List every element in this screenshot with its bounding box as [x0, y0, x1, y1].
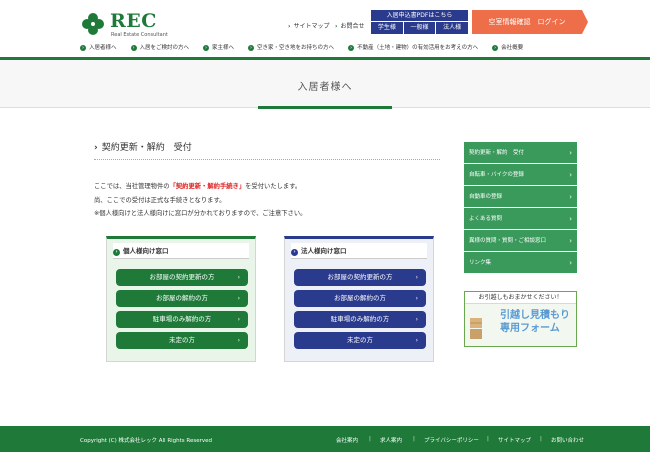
footer-link-company[interactable]: 会社案内	[336, 436, 358, 444]
sidebar-item-car[interactable]: 自動車の登録 ›	[464, 186, 577, 208]
footer-separator: |	[487, 436, 489, 442]
nav-vacant-property[interactable]: › 空き家・空き地をお持ちの方へ	[248, 42, 334, 54]
pdf-general-button[interactable]: 一般様	[403, 22, 436, 34]
personal-window-box: › 個人様向け窓口 お部屋の契約更新の方 › お部屋の解約の方 › 駐車場のみ解約の方…	[106, 236, 256, 362]
footer-link-sitemap[interactable]: サイトマップ	[498, 436, 531, 444]
corporate-window-box: › 法人様向け窓口 お部屋の契約更新の方 › お部屋の解約の方 › 駐車場のみ解約の方…	[284, 236, 434, 362]
chevron-right-icon: ›	[94, 143, 98, 153]
personal-window-title: › 個人様向け窓口	[113, 243, 249, 259]
chevron-right-icon: ›	[237, 316, 240, 323]
personal-undecided-button[interactable]: 未定の方 ›	[116, 332, 248, 349]
corporate-undecided-button[interactable]: 未定の方 ›	[294, 332, 426, 349]
chevron-right-icon: ›	[80, 45, 86, 51]
chevron-right-icon: ›	[248, 45, 255, 51]
chevron-right-icon: ›	[203, 45, 210, 51]
sidebar-item-faq[interactable]: よくある質問 ›	[464, 208, 577, 230]
sidebar-item-consultation[interactable]: 異様の質問・質問・ご相談窓口 ›	[464, 230, 577, 252]
sidebar-item-links[interactable]: リンク集 ›	[464, 252, 577, 274]
moving-box-icon	[470, 318, 482, 339]
site-logo[interactable]: REC Real Estate Consultant	[80, 9, 180, 39]
personal-parking-cancel-button[interactable]: 駐車場のみ解約の方 ›	[116, 311, 248, 328]
logo-wordmark: REC	[110, 10, 157, 32]
pdf-corporate-button[interactable]: 法人様	[436, 22, 469, 34]
footer-link-privacy[interactable]: プライバシーポリシー	[424, 436, 479, 444]
footer-separator: |	[369, 436, 371, 442]
banner-text: 引越し見積もり 専用フォーム	[500, 310, 570, 334]
chevron-right-icon: ›	[415, 337, 418, 344]
footer-separator: |	[413, 436, 415, 442]
chevron-right-icon: ›	[291, 249, 298, 256]
chevron-right-icon: ›	[492, 45, 499, 51]
corporate-cancel-button[interactable]: お部屋の解約の方 ›	[294, 290, 426, 307]
sidebar-item-renewal[interactable]: 契約更新・解約 受付 ›	[464, 142, 577, 164]
chevron-right-icon: ›	[237, 274, 240, 281]
personal-cancel-button[interactable]: お部屋の解約の方 ›	[116, 290, 248, 307]
footer-link-recruit[interactable]: 求人案内	[380, 436, 402, 444]
corporate-parking-cancel-button[interactable]: 駐車場のみ解約の方 ›	[294, 311, 426, 328]
footer-link-contact[interactable]: お問い合わせ	[551, 436, 584, 444]
chevron-right-icon: ›	[335, 23, 338, 30]
chevron-right-icon: ›	[237, 337, 240, 344]
page-hero: 入居者様へ	[0, 60, 650, 108]
nav-company[interactable]: › 会社概要	[492, 42, 523, 54]
chevron-right-icon: ›	[569, 171, 572, 179]
pdf-student-button[interactable]: 学生様	[371, 22, 403, 34]
intro-line-1: ここでは、当社管理物件の「契約更新・解約手続き」を受付いたします。	[94, 183, 302, 190]
chevron-right-icon: ›	[569, 259, 572, 267]
chevron-right-icon: ›	[288, 23, 291, 30]
corporate-window-title: › 法人様向け窓口	[291, 243, 427, 259]
nav-prospective[interactable]: › 入居をご検討の方へ	[130, 42, 189, 54]
sitemap-link[interactable]: › サイトマップ	[288, 21, 330, 30]
nav-landlords[interactable]: › 家主様へ	[203, 42, 234, 54]
nav-real-estate-use[interactable]: › 不動産（土地・建物）の有効活用をお考えの方へ	[348, 42, 478, 54]
clover-logo-icon	[82, 13, 104, 35]
nav-tenants[interactable]: › 入居者様へ	[80, 42, 117, 54]
chevron-right-icon: ›	[415, 316, 418, 323]
banner-heading: お引越しもおまかせください！	[465, 292, 576, 304]
application-pdf-box: 入居申込書PDFはこちら 学生様 一般様 法人様	[371, 10, 469, 34]
chevron-right-icon: ›	[569, 149, 572, 157]
pdf-title: 入居申込書PDFはこちら	[371, 10, 468, 21]
corporate-renewal-button[interactable]: お部屋の契約更新の方 ›	[294, 269, 426, 286]
page-title: 入居者様へ	[297, 82, 353, 93]
sidebar-item-bicycle[interactable]: 自転車・バイクの登録 ›	[464, 164, 577, 186]
site-footer: Copyright (C) 株式会社レック All Rights Reserve…	[0, 426, 650, 452]
intro-line-3: ※個人様向けと法人様向けに窓口が分かれておりますので、ご注意下さい。	[94, 210, 307, 217]
chevron-right-icon: ›	[237, 295, 240, 302]
copyright: Copyright (C) 株式会社レック All Rights Reserve…	[80, 438, 213, 444]
section-title: › 契約更新・解約 受付	[94, 140, 440, 160]
chevron-right-icon: ›	[348, 45, 355, 51]
sidebar-menu: 契約更新・解約 受付 › 自転車・バイクの登録 › 自動車の登録 › よくある質問 › …	[464, 142, 577, 274]
chevron-right-icon: ›	[415, 274, 418, 281]
chevron-right-icon: ›	[569, 215, 572, 223]
footer-separator: |	[540, 436, 542, 442]
contact-link[interactable]: › お問合せ	[335, 21, 365, 30]
personal-renewal-button[interactable]: お部屋の契約更新の方 ›	[116, 269, 248, 286]
hero-accent-bar	[258, 106, 392, 109]
global-nav: › 入居者様へ › 入居をご検討の方へ › 家主様へ › 空き家・空き地をお持ちの方へ …	[80, 42, 537, 54]
logo-subtitle: Real Estate Consultant	[111, 32, 168, 38]
moving-estimate-banner[interactable]: お引越しもおまかせください！ 引越し見積もり 専用フォーム	[464, 291, 577, 347]
vacancy-login-button[interactable]: 空室情報確認 ログイン	[472, 10, 588, 34]
chevron-right-icon: ›	[130, 45, 137, 51]
chevron-right-icon: ›	[113, 249, 120, 256]
chevron-right-icon: ›	[569, 237, 572, 245]
intro-line-2: 尚、ここでの受付は正式な手続きとなります。	[94, 197, 226, 204]
chevron-right-icon: ›	[569, 193, 572, 201]
chevron-right-icon: ›	[415, 295, 418, 302]
